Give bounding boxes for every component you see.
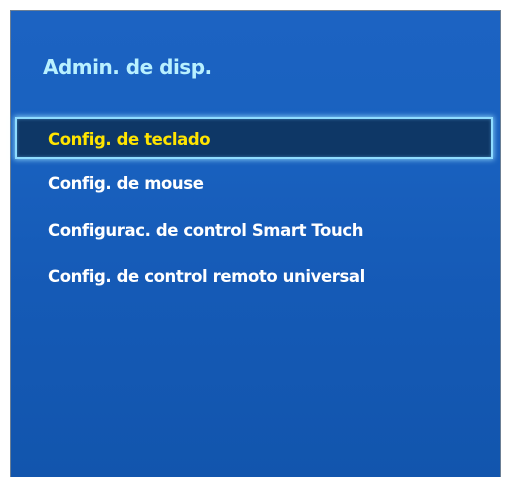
menu-item-keyboard-settings[interactable]: Config. de teclado: [15, 117, 493, 159]
panel-title: Admin. de disp.: [43, 55, 212, 79]
menu-item-mouse-settings[interactable]: Config. de mouse: [48, 164, 204, 204]
menu-item-universal-remote-settings[interactable]: Config. de control remoto universal: [48, 257, 365, 297]
device-manager-panel: Admin. de disp. Config. de teclado Confi…: [10, 10, 501, 477]
menu-item-smart-touch-control-settings[interactable]: Configurac. de control Smart Touch: [48, 211, 363, 251]
